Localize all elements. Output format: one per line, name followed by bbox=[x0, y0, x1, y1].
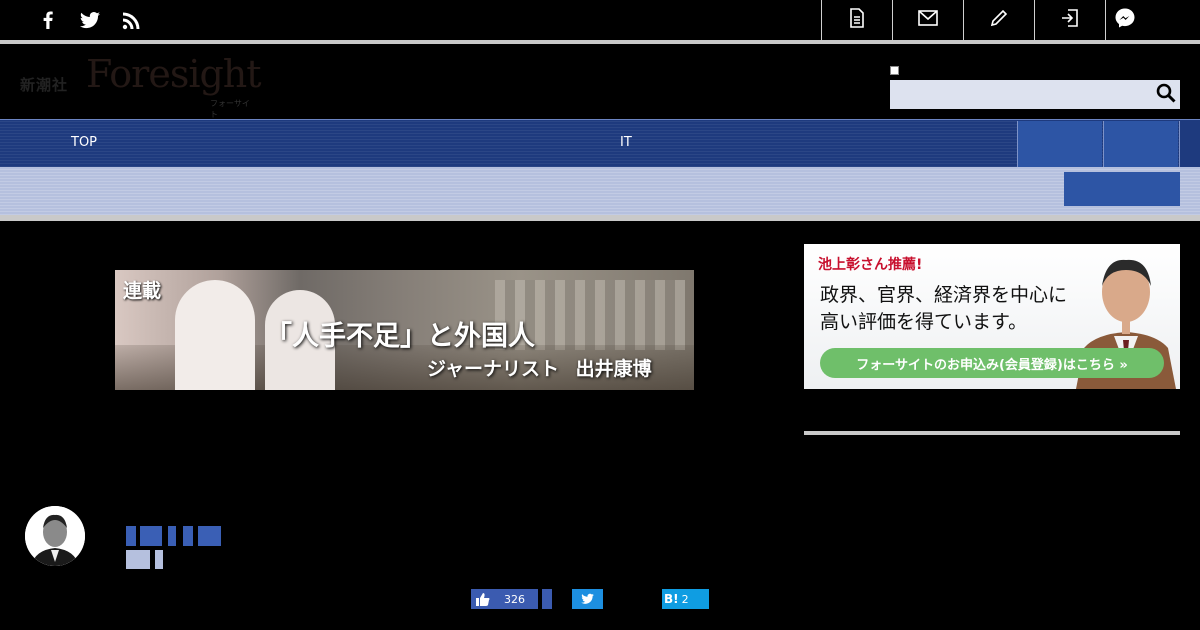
hatena-count: 2 bbox=[681, 592, 689, 606]
messenger-icon bbox=[1114, 7, 1136, 33]
logo-name: Foresight bbox=[86, 52, 262, 96]
mail-button[interactable] bbox=[892, 0, 963, 40]
subnav-separator bbox=[0, 215, 1200, 221]
ad-copy-line: 政界、官界、経済界を中心に bbox=[820, 284, 1068, 306]
twitter-icon bbox=[580, 593, 595, 605]
twitter-icon[interactable] bbox=[78, 8, 102, 32]
facebook-like-count: 326 bbox=[504, 592, 525, 606]
pencil-icon bbox=[989, 8, 1009, 32]
redacted-author-name bbox=[126, 526, 136, 546]
search-checkbox[interactable] bbox=[890, 66, 899, 75]
write-button[interactable] bbox=[963, 0, 1034, 40]
login-icon bbox=[1060, 8, 1080, 32]
banner-byline: ジャーナリスト 出井康博 bbox=[427, 358, 652, 380]
nav-button-3[interactable] bbox=[1179, 121, 1200, 167]
search-icon bbox=[1156, 83, 1176, 107]
main-nav: TOP IT bbox=[0, 119, 1200, 167]
redacted-author-name bbox=[198, 526, 221, 546]
ad-recommend: 池上彰さん推薦! bbox=[818, 257, 923, 273]
nav-item-top[interactable]: TOP bbox=[71, 135, 97, 150]
site-logo[interactable]: 新潮社 Foresight フォーサイト bbox=[20, 52, 262, 119]
series-banner[interactable]: 連載 「人手不足」と外国人 ジャーナリスト 出井康博 bbox=[115, 270, 694, 390]
redacted-author-role bbox=[126, 550, 150, 569]
logo-publisher: 新潮社 bbox=[20, 76, 69, 94]
redacted-author-name bbox=[168, 526, 176, 546]
rss-icon[interactable] bbox=[120, 8, 144, 32]
header-actions bbox=[821, 0, 1200, 40]
document-icon bbox=[848, 8, 866, 32]
hatena-bookmark-button[interactable]: B! 2 bbox=[662, 589, 709, 609]
sidebar-separator bbox=[804, 431, 1180, 435]
banner-tag: 連載 bbox=[123, 280, 162, 302]
ad-copy: 政界、官界、経済界を中心に 高い評価を得ています。 bbox=[820, 282, 1110, 336]
top-bar bbox=[0, 0, 1200, 40]
ad-copy-line: 高い評価を得ています。 bbox=[820, 311, 1028, 333]
facebook-like-button[interactable]: 326 bbox=[471, 589, 538, 609]
thumbs-up-icon bbox=[476, 592, 490, 606]
banner-title: 「人手不足」と外国人 bbox=[265, 321, 535, 352]
subscription-ad[interactable]: 池上彰さん推薦! 政界、官界、経済界を中心に 高い評価を得ています。 フォーサイ… bbox=[804, 244, 1180, 389]
nav-item-it[interactable]: IT bbox=[620, 135, 632, 150]
ad-cta-button[interactable]: フォーサイトのお申込み(会員登録)はこちら » bbox=[820, 348, 1164, 378]
hatena-label: B! bbox=[664, 592, 679, 606]
logo-kana: フォーサイト bbox=[210, 99, 250, 119]
redacted-author-name bbox=[183, 526, 193, 546]
messenger-button[interactable] bbox=[1105, 0, 1200, 40]
mail-icon bbox=[918, 10, 938, 30]
redacted-author-role bbox=[155, 550, 163, 569]
banner-photo-worker bbox=[175, 280, 255, 390]
facebook-icon[interactable] bbox=[36, 8, 60, 32]
nav-button-2[interactable] bbox=[1103, 121, 1178, 167]
author-avatar[interactable] bbox=[25, 506, 85, 566]
site-header: 新潮社 Foresight フォーサイト bbox=[0, 44, 1200, 119]
subnav-button[interactable] bbox=[1064, 172, 1180, 206]
social-links bbox=[36, 8, 144, 32]
document-button[interactable] bbox=[821, 0, 892, 40]
search-input[interactable] bbox=[890, 80, 1152, 109]
redacted-author-name bbox=[140, 526, 162, 546]
nav-button-1[interactable] bbox=[1017, 121, 1102, 167]
facebook-share-button[interactable] bbox=[542, 589, 552, 609]
tweet-button[interactable] bbox=[572, 589, 603, 609]
sub-nav bbox=[0, 167, 1200, 215]
login-button[interactable] bbox=[1034, 0, 1105, 40]
subnav-texture bbox=[0, 167, 1200, 215]
search-button[interactable] bbox=[1152, 80, 1180, 109]
